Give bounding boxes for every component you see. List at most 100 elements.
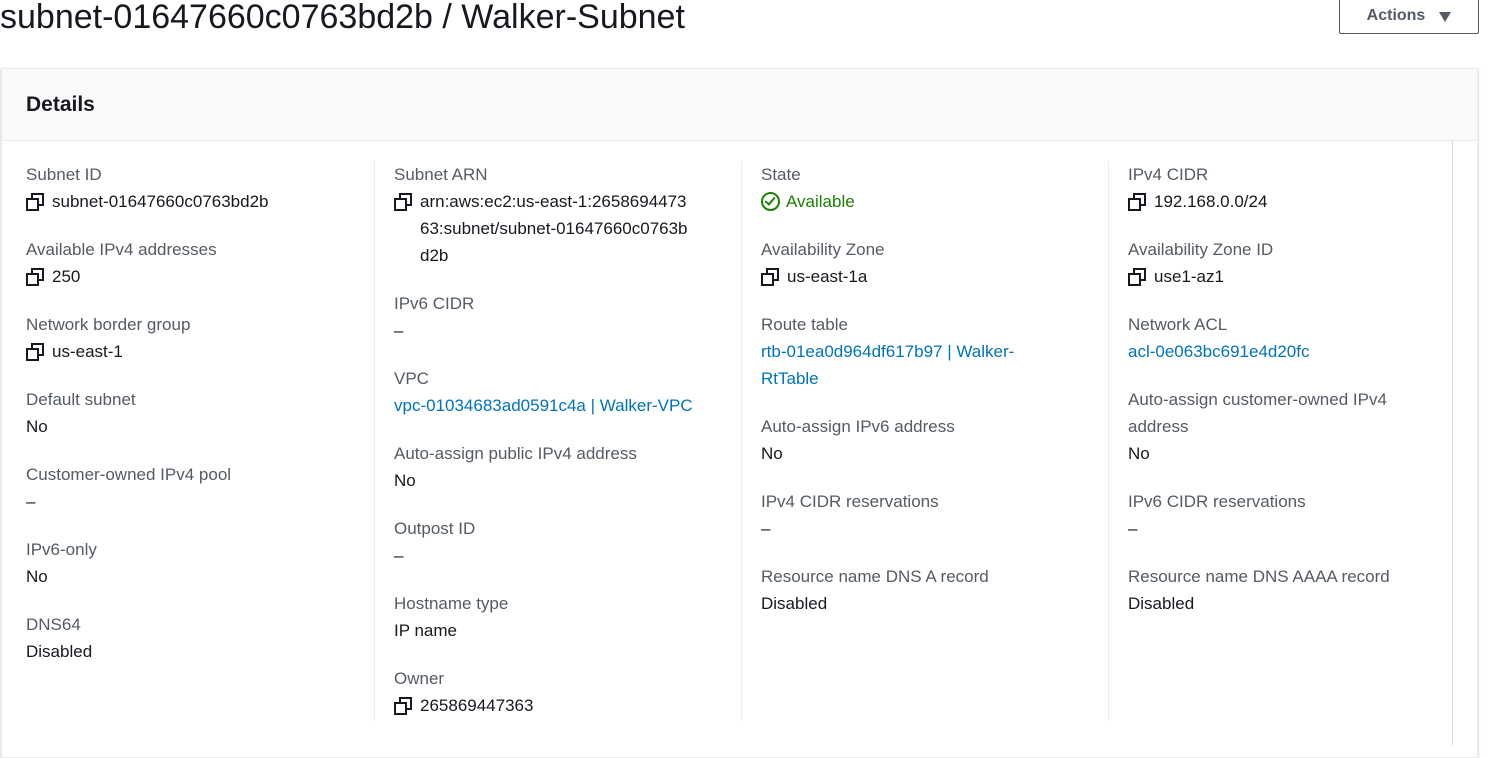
- field-value: 250: [26, 263, 366, 290]
- field-subnet-arn: Subnet ARN arn:aws:ec2:us-east-1:2658694…: [394, 161, 734, 269]
- dns-a-record-value: Disabled: [761, 594, 828, 613]
- field-owner: Owner 265869447363: [394, 665, 734, 719]
- field-label: Auto-assign IPv6 address: [761, 417, 955, 436]
- field-label: Default subnet: [26, 390, 136, 409]
- field-value: Available: [761, 188, 1101, 215]
- field-value: 192.168.0.0/24: [1128, 188, 1428, 215]
- availability-zone-value: us-east-1a: [787, 267, 868, 286]
- details-column-2: Subnet ARN arn:aws:ec2:us-east-1:2658694…: [394, 161, 734, 740]
- copy-icon[interactable]: [1128, 268, 1146, 286]
- customer-owned-pool-value: –: [26, 492, 36, 511]
- copy-icon[interactable]: [394, 697, 412, 715]
- details-panel: Details Subnet ID subnet-01647660c0763bd…: [1, 68, 1478, 758]
- field-label: Network border group: [26, 315, 191, 334]
- hostname-type-value: IP name: [394, 621, 458, 640]
- field-label: Outpost ID: [394, 519, 476, 538]
- field-dns-a-record: Resource name DNS A record Disabled: [761, 563, 1101, 617]
- field-ipv6-cidr-reservations: IPv6 CIDR reservations –: [1128, 488, 1428, 542]
- field-label: Owner: [394, 669, 445, 688]
- field-outpost-id: Outpost ID –: [394, 515, 734, 569]
- field-availability-zone: Availability Zone us-east-1a: [761, 236, 1101, 290]
- dns64-value: Disabled: [26, 642, 93, 661]
- field-label: State: [761, 165, 801, 184]
- field-label: Subnet ID: [26, 165, 102, 184]
- panel-edge: [1452, 140, 1453, 745]
- copy-icon[interactable]: [1128, 193, 1146, 211]
- actions-button[interactable]: Actions: [1339, 0, 1479, 34]
- field-value: us-east-1: [26, 338, 366, 365]
- field-label: Route table: [761, 315, 848, 334]
- field-label: IPv4 CIDR: [1128, 165, 1209, 184]
- field-label: Availability Zone: [761, 240, 885, 259]
- field-dns-aaaa-record: Resource name DNS AAAA record Disabled: [1128, 563, 1428, 617]
- field-label: IPv6-only: [26, 540, 97, 559]
- field-ipv6-cidr: IPv6 CIDR –: [394, 290, 734, 344]
- details-title: Details: [26, 92, 95, 116]
- field-value: subnet-01647660c0763bd2b: [26, 188, 366, 215]
- subnet-arn-value: arn:aws:ec2:us-east-1:265869447363:subne…: [420, 192, 688, 265]
- field-state: State Available: [761, 161, 1101, 215]
- ipv4-cidr-reservations-value: –: [761, 519, 771, 538]
- column-divider: [1108, 161, 1109, 721]
- field-value: use1-az1: [1128, 263, 1428, 290]
- field-label: Resource name DNS A record: [761, 567, 989, 586]
- vpc-link[interactable]: vpc-01034683ad0591c4a | Walker-VPC: [394, 392, 734, 419]
- ipv4-cidr-value: 192.168.0.0/24: [1154, 192, 1268, 211]
- auto-assign-public-ipv4-value: No: [394, 471, 416, 490]
- available-ipv4-value: 250: [52, 267, 81, 286]
- field-label: Availability Zone ID: [1128, 240, 1274, 259]
- details-panel-header: Details: [2, 69, 1477, 141]
- details-columns: Subnet ID subnet-01647660c0763bd2b Avail…: [2, 161, 1477, 721]
- copy-icon[interactable]: [26, 268, 44, 286]
- field-ipv6-only: IPv6-only No: [26, 536, 366, 590]
- caret-down-icon: [1439, 12, 1452, 22]
- subnet-id-value: subnet-01647660c0763bd2b: [52, 192, 269, 211]
- column-divider: [741, 161, 742, 721]
- auto-assign-customer-owned-value: No: [1128, 444, 1150, 463]
- auto-assign-ipv6-value: No: [761, 444, 783, 463]
- copy-icon[interactable]: [394, 193, 412, 211]
- field-subnet-id: Subnet ID subnet-01647660c0763bd2b: [26, 161, 366, 215]
- route-table-link[interactable]: rtb-01ea0d964df617b97 | Walker-RtTable: [761, 338, 1046, 392]
- field-value: 265869447363: [394, 692, 734, 719]
- field-label: DNS64: [26, 615, 81, 634]
- owner-value: 265869447363: [420, 696, 534, 715]
- field-label: Auto-assign public IPv4 address: [394, 444, 637, 463]
- availability-zone-id-value: use1-az1: [1154, 267, 1224, 286]
- field-hostname-type: Hostname type IP name: [394, 590, 734, 644]
- field-value: us-east-1a: [761, 263, 1101, 290]
- ipv6-cidr-value: –: [394, 321, 404, 340]
- field-network-acl: Network ACL acl-0e063bc691e4d20fc: [1128, 311, 1428, 365]
- field-label: Network ACL: [1128, 315, 1228, 334]
- state-value: Available: [786, 192, 855, 211]
- field-auto-assign-customer-owned: Auto-assign customer-owned IPv4 address …: [1128, 386, 1428, 467]
- page-title: subnet-01647660c0763bd2b / Walker-Subnet: [0, 0, 685, 36]
- details-column-1: Subnet ID subnet-01647660c0763bd2b Avail…: [26, 161, 366, 686]
- field-availability-zone-id: Availability Zone ID use1-az1: [1128, 236, 1428, 290]
- field-label: IPv6 CIDR reservations: [1128, 492, 1306, 511]
- field-ipv4-cidr-reservations: IPv4 CIDR reservations –: [761, 488, 1101, 542]
- field-default-subnet: Default subnet No: [26, 386, 366, 440]
- field-auto-assign-public-ipv4: Auto-assign public IPv4 address No: [394, 440, 734, 494]
- field-label: Auto-assign customer-owned IPv4 address: [1128, 390, 1387, 436]
- field-vpc: VPC vpc-01034683ad0591c4a | Walker-VPC: [394, 365, 734, 419]
- copy-icon[interactable]: [26, 193, 44, 211]
- ipv6-cidr-reservations-value: –: [1128, 519, 1138, 538]
- details-column-3: State Available Availability Zone us-eas…: [761, 161, 1101, 638]
- field-label: Hostname type: [394, 594, 509, 613]
- default-subnet-value: No: [26, 417, 48, 436]
- field-label: Available IPv4 addresses: [26, 240, 217, 259]
- copy-icon[interactable]: [26, 343, 44, 361]
- field-route-table: Route table rtb-01ea0d964df617b97 | Walk…: [761, 311, 1101, 392]
- field-customer-owned-pool: Customer-owned IPv4 pool –: [26, 461, 366, 515]
- copy-icon[interactable]: [761, 268, 779, 286]
- field-label: IPv4 CIDR reservations: [761, 492, 939, 511]
- field-dns64: DNS64 Disabled: [26, 611, 366, 665]
- details-column-4: IPv4 CIDR 192.168.0.0/24 Availability Zo…: [1128, 161, 1428, 638]
- field-ipv4-cidr: IPv4 CIDR 192.168.0.0/24: [1128, 161, 1428, 215]
- field-auto-assign-ipv6: Auto-assign IPv6 address No: [761, 413, 1101, 467]
- check-circle-icon: [761, 192, 780, 211]
- network-acl-link[interactable]: acl-0e063bc691e4d20fc: [1128, 338, 1428, 365]
- field-network-border-group: Network border group us-east-1: [26, 311, 366, 365]
- field-value: arn:aws:ec2:us-east-1:265869447363:subne…: [394, 188, 734, 269]
